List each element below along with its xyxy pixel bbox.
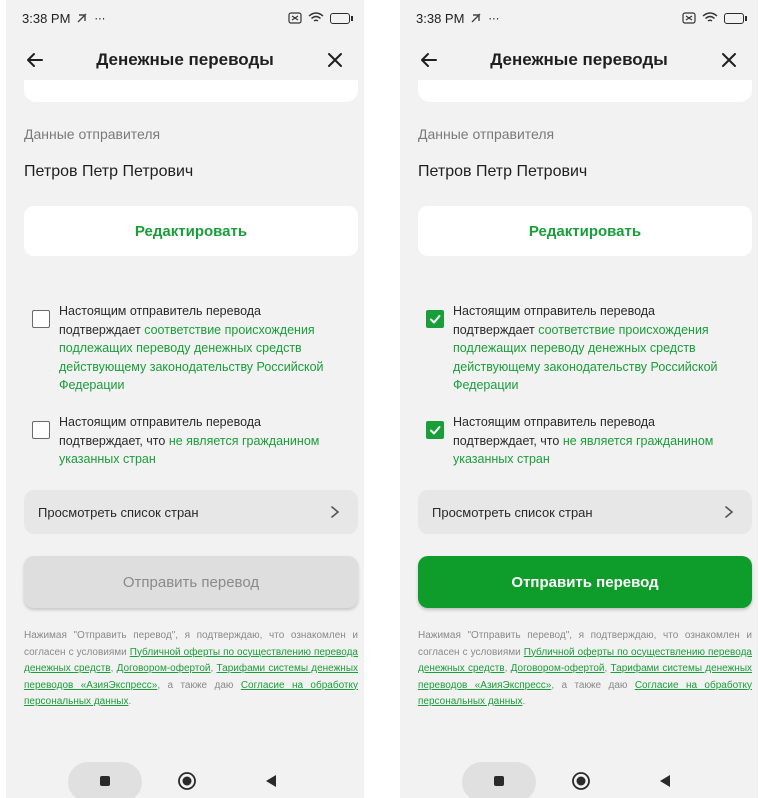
nav-square-icon <box>494 776 504 786</box>
checkmark-icon <box>430 426 441 435</box>
app-bar: Денежные переводы <box>6 38 364 82</box>
citizenship-confirm-checkbox[interactable] <box>32 421 50 439</box>
status-bar: 3:38 PM ⋯ <box>6 0 364 36</box>
page-title: Денежные переводы <box>96 50 274 69</box>
nav-back-icon <box>660 775 670 787</box>
sender-section-label: Данные отправителя <box>24 126 161 142</box>
back-button[interactable] <box>416 47 442 73</box>
dots-icon: ⋯ <box>94 12 106 25</box>
wifi-icon <box>308 12 324 24</box>
origin-confirm-checkbox[interactable] <box>426 310 444 328</box>
recents-button[interactable] <box>488 770 510 792</box>
arrow-left-icon <box>27 53 43 67</box>
citizenship-confirm-checkbox[interactable] <box>426 421 444 439</box>
nav-home-icon <box>178 772 196 790</box>
screen-checked: 3:38 PM ⋯ Денежные переводы Данные отпра… <box>400 0 758 798</box>
origin-confirm-text: Настоящим отправитель перевода подтвержд… <box>453 304 718 392</box>
view-countries-button[interactable]: Просмотреть список стран <box>24 490 358 534</box>
back-button[interactable] <box>22 47 48 73</box>
status-time: 3:38 PM <box>22 10 71 26</box>
battery-icon <box>330 12 353 24</box>
sender-section-label: Данные отправителя <box>418 126 555 142</box>
close-button[interactable] <box>322 47 348 73</box>
arrow-left-icon <box>421 53 437 67</box>
sender-name: Петров Петр Петрович <box>24 163 194 180</box>
nav-square-icon <box>100 776 110 786</box>
view-countries-button[interactable]: Просмотреть список стран <box>418 490 752 534</box>
screen-unchecked: 3:38 PM ⋯ Денежные переводы Данные отпра… <box>6 0 364 798</box>
chevron-right-icon <box>331 506 340 518</box>
previous-card <box>24 80 358 102</box>
close-icon <box>722 53 736 67</box>
nav-home-icon <box>572 772 590 790</box>
sender-name: Петров Петр Петрович <box>418 163 588 180</box>
notification-icon <box>470 12 482 24</box>
legal-text: Нажимая "Отправить перевод", я подтвержд… <box>24 630 359 707</box>
contract-offer-link[interactable]: Договором-офертой <box>511 663 605 674</box>
system-nav-bar <box>6 762 364 798</box>
recents-button[interactable] <box>94 770 116 792</box>
send-transfer-button[interactable]: Отправить перевод <box>24 556 358 608</box>
citizenship-confirm-text: Настоящим отправитель перевода подтвержд… <box>59 415 320 466</box>
edit-button[interactable]: Редактировать <box>418 206 752 256</box>
status-time: 3:38 PM <box>416 10 465 26</box>
previous-card <box>418 80 752 102</box>
app-bar: Денежные переводы <box>400 38 758 82</box>
home-button[interactable] <box>570 770 592 792</box>
nav-back-icon <box>266 775 276 787</box>
edit-button[interactable]: Редактировать <box>24 206 358 256</box>
sim-icon <box>288 12 302 24</box>
citizenship-confirm-row[interactable]: Настоящим отправитель перевода подтвержд… <box>418 413 752 469</box>
page-title: Денежные переводы <box>490 50 668 69</box>
legal-text: Нажимая "Отправить перевод", я подтвержд… <box>418 630 753 707</box>
send-transfer-button[interactable]: Отправить перевод <box>418 556 752 608</box>
origin-confirm-row[interactable]: Настоящим отправитель перевода подтвержд… <box>24 302 358 395</box>
system-nav-bar <box>400 762 758 798</box>
close-icon <box>328 53 342 67</box>
citizenship-confirm-row[interactable]: Настоящим отправитель перевода подтвержд… <box>24 413 358 469</box>
origin-confirm-text: Настоящим отправитель перевода подтвержд… <box>59 304 324 392</box>
sim-icon <box>682 12 696 24</box>
battery-icon <box>724 12 747 24</box>
dots-icon: ⋯ <box>488 12 500 25</box>
wifi-icon <box>702 12 718 24</box>
view-countries-label: Просмотреть список стран <box>38 504 199 520</box>
notification-icon <box>76 12 88 24</box>
nav-back-button[interactable] <box>654 770 676 792</box>
home-button[interactable] <box>176 770 198 792</box>
origin-confirm-checkbox[interactable] <box>32 310 50 328</box>
view-countries-label: Просмотреть список стран <box>432 504 593 520</box>
status-bar: 3:38 PM ⋯ <box>400 0 758 36</box>
checkmark-icon <box>430 315 441 324</box>
citizenship-confirm-text: Настоящим отправитель перевода подтвержд… <box>453 415 714 466</box>
nav-back-button[interactable] <box>260 770 282 792</box>
close-button[interactable] <box>716 47 742 73</box>
contract-offer-link[interactable]: Договором-офертой <box>117 663 211 674</box>
origin-confirm-row[interactable]: Настоящим отправитель перевода подтвержд… <box>418 302 752 395</box>
chevron-right-icon <box>725 506 734 518</box>
